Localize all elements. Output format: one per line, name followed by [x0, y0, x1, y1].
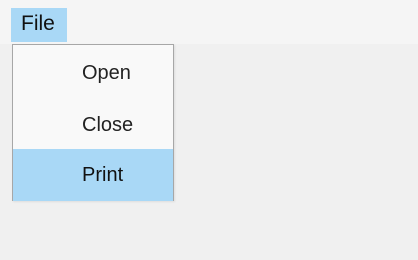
menu-bar: File [0, 0, 418, 44]
menu-item-print[interactable]: Print [13, 149, 173, 201]
file-dropdown-menu: Open Close Print [12, 44, 174, 201]
menu-item-open[interactable]: Open [13, 47, 173, 99]
file-menu-button[interactable]: File [11, 8, 67, 42]
menu-item-close[interactable]: Close [13, 99, 173, 151]
